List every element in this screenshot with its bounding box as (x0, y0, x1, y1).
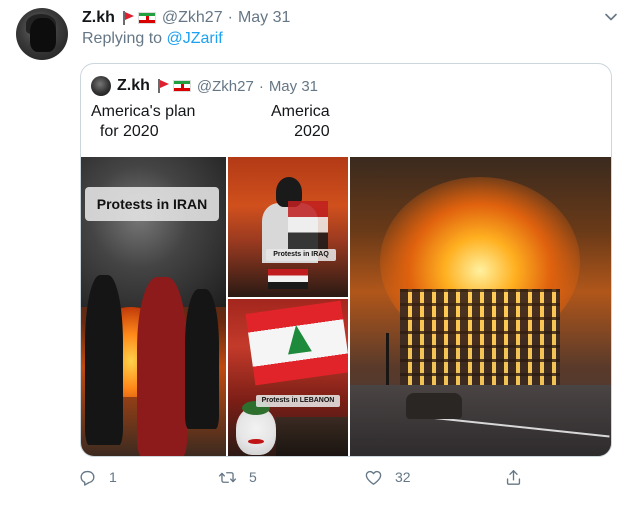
like-button[interactable]: 32 (364, 466, 411, 488)
author-name[interactable]: Z.kh (82, 9, 115, 27)
photo-lebanon-protest[interactable]: Protests in LEBANON (228, 299, 348, 456)
share-button[interactable] (504, 466, 523, 488)
quoted-text-left: America's plan for 2020 (91, 103, 196, 140)
avatar[interactable] (16, 8, 68, 60)
iran-caption: Protests in IRAN (85, 187, 219, 221)
photo-iran-protest[interactable]: Protests in IRAN (81, 157, 226, 456)
like-icon (365, 470, 382, 485)
iraq-caption: Protests in IRAQ (266, 249, 336, 261)
iran-flag-icon (137, 12, 156, 24)
tweet-header: Z.kh @Zkh27 · May 31 (82, 8, 290, 28)
like-count: 32 (395, 469, 411, 485)
retweet-icon (218, 471, 237, 483)
share-icon (506, 469, 521, 485)
quoted-text-right: America 2020 (271, 103, 330, 140)
iran-flag-icon (172, 80, 191, 92)
retweet-count: 5 (249, 469, 257, 485)
tweet-actions: 1 5 32 (78, 466, 538, 488)
quoted-author-name: Z.kh (117, 77, 150, 94)
reply-icon (80, 470, 95, 486)
reply-prefix: Replying to (82, 30, 163, 47)
separator-dot: · (227, 9, 233, 26)
replying-to: Replying to @JZarif (82, 30, 223, 48)
red-flag-icon (121, 11, 135, 25)
photo-iraq-protest[interactable]: Protests in IRAQ (228, 157, 348, 297)
retweet-button[interactable]: 5 (218, 466, 257, 488)
chevron-down-icon[interactable] (604, 10, 618, 24)
quoted-author-handle: @Zkh27 (196, 77, 254, 95)
reply-count: 1 (109, 469, 117, 485)
reply-mention-link[interactable]: @JZarif (167, 30, 223, 47)
red-flag-icon (156, 79, 170, 93)
reply-button[interactable]: 1 (78, 466, 117, 488)
separator-dot: · (258, 77, 264, 95)
quoted-tweet-header: Z.kh @Zkh27 · May 31 (91, 76, 318, 96)
photo-america-fire[interactable] (350, 157, 611, 456)
quoted-media[interactable]: Protests in IRAN Protests in IRAQ Protes… (81, 157, 611, 456)
quoted-tweet[interactable]: Z.kh @Zkh27 · May 31 America's plan for … (80, 63, 612, 457)
quoted-date: May 31 (268, 77, 319, 95)
quoted-avatar (91, 76, 111, 96)
tweet-date[interactable]: May 31 (238, 9, 290, 27)
tweet[interactable]: Z.kh @Zkh27 · May 31 Replying to @JZarif… (0, 0, 640, 508)
author-handle[interactable]: @Zkh27 (162, 9, 223, 27)
lebanon-caption: Protests in LEBANON (256, 395, 340, 407)
